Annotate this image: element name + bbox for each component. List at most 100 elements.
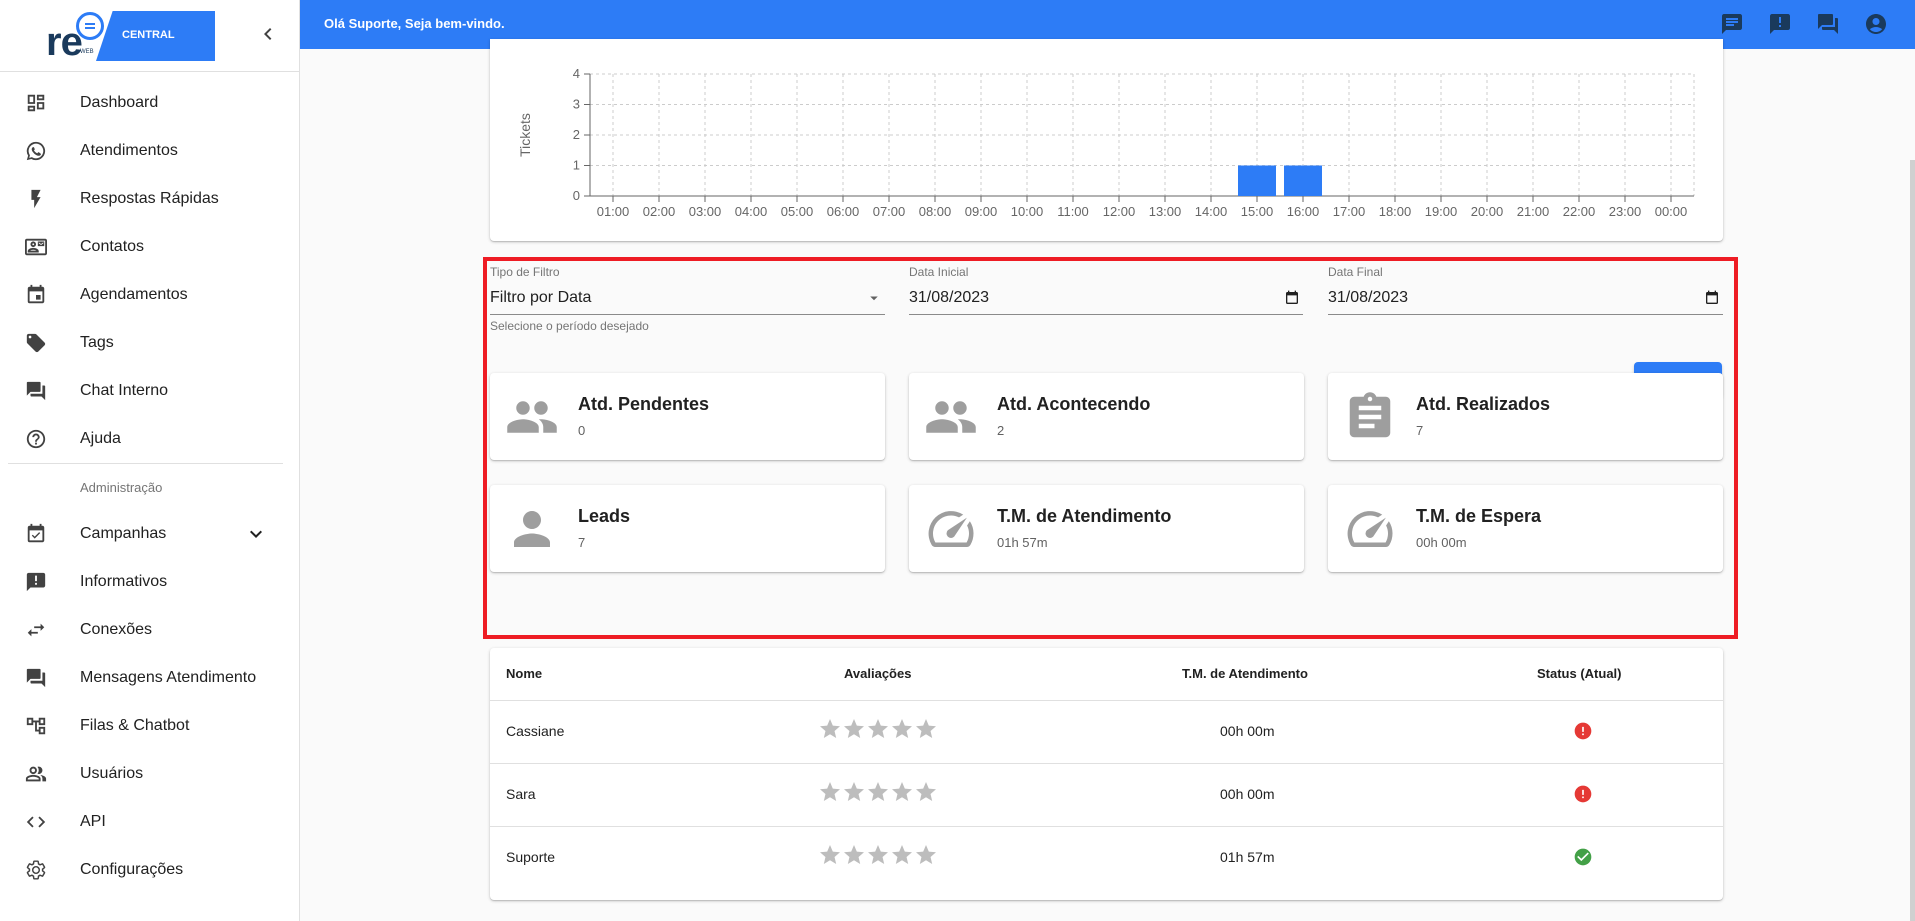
star-icon[interactable] [866,843,890,867]
sidebar-item-conex-es[interactable]: Conexões [0,606,299,654]
sidebar-icon [24,522,48,546]
filter-type-select[interactable]: Tipo de Filtro Filtro por Data [490,265,885,315]
star-icon[interactable] [890,843,914,867]
logo-badge-text: CENTRAL [122,29,175,41]
announcements-button[interactable] [1768,12,1792,36]
chevron-left-icon [264,28,272,40]
group-icon [926,401,976,433]
sidebar-item-label: Atendimentos [80,142,178,159]
rating-stars[interactable] [818,717,938,741]
table-row: Cassiane 00h 00m [490,701,1723,764]
messages-button[interactable] [1720,12,1744,36]
star-icon[interactable] [914,843,938,867]
account-button[interactable] [1864,12,1888,36]
rating-stars[interactable] [818,843,938,867]
x-tick-label: 05:00 [781,204,814,219]
sidebar-item-label: Agendamentos [80,286,188,303]
logo-pin-icon [76,12,104,40]
y-tick-label: 1 [573,158,580,173]
stat-title: Leads [578,506,631,526]
column-header-ratings[interactable]: Avaliações [844,666,911,681]
star-icon[interactable] [842,843,866,867]
column-header-name[interactable]: Nome [506,666,542,681]
status-indicator [1573,721,1593,741]
x-tick-label: 23:00 [1609,204,1642,219]
sidebar-item-respostas-r-pidas[interactable]: Respostas Rápidas [0,175,299,223]
sidebar-item-dashboard[interactable]: Dashboard [0,79,299,127]
sidebar-item-filas-chatbot[interactable]: Filas & Chatbot [0,702,299,750]
end-date-field[interactable]: Data Final 31/08/2023 [1328,265,1723,315]
star-icon[interactable] [890,717,914,741]
sidebar-item-ajuda[interactable]: Ajuda [0,415,299,463]
star-icon[interactable] [914,780,938,804]
star-icon[interactable] [914,717,938,741]
x-tick-label: 19:00 [1425,204,1458,219]
sidebar-item-informativos[interactable]: Informativos [0,558,299,606]
sidebar-item-chat-interno[interactable]: Chat Interno [0,367,299,415]
star-icon[interactable] [890,780,914,804]
scrollbar[interactable] [1910,160,1915,921]
sidebar-item-tags[interactable]: Tags [0,319,299,367]
sidebar-item-agendamentos[interactable]: Agendamentos [0,271,299,319]
help-icon [26,429,46,449]
x-tick-label: 21:00 [1517,204,1550,219]
x-tick-label: 13:00 [1149,204,1182,219]
y-tick-label: 2 [573,127,580,142]
dropdown-arrow-icon[interactable] [865,289,883,307]
sidebar-icon [24,714,48,738]
sidebar-item-api[interactable]: API [0,798,299,846]
sidebar-icon [24,331,48,355]
column-header-avg-time[interactable]: T.M. de Atendimento [1182,666,1308,681]
sidebar-item-label: Tags [80,334,114,351]
attendants-table: Nome Avaliações T.M. de Atendimento Stat… [490,648,1723,900]
sidebar-icon [24,235,48,259]
stat-card-atd-acontecendo: Atd. Acontecendo 2 [909,373,1304,460]
check-circle-icon [1574,848,1592,866]
x-tick-label: 07:00 [873,204,906,219]
event-check-icon [27,523,45,543]
x-tick-label: 04:00 [735,204,768,219]
start-date-field[interactable]: Data Inicial 31/08/2023 [909,265,1303,315]
sidebar-icon [24,187,48,211]
sidebar-item-atendimentos[interactable]: Atendimentos [0,127,299,175]
rating-stars[interactable] [818,780,938,804]
stat-card-t-m-de-atendimento: T.M. de Atendimento 01h 57m [909,485,1304,572]
sidebar-item-label: Mensagens Atendimento [80,669,257,686]
column-header-status[interactable]: Status (Atual) [1537,666,1622,681]
sidebar-item-usu-rios[interactable]: Usuários [0,750,299,798]
cell-avg-time: 01h 57m [1220,849,1275,865]
sidebar-item-configura-es[interactable]: Configurações [0,846,299,894]
y-axis-label: Tickets [517,113,533,157]
calendar-icon[interactable] [1283,289,1301,307]
x-tick-label: 03:00 [689,204,722,219]
sidebar-item-label: API [80,813,106,830]
sidebar-icon [24,139,48,163]
clipboard-icon [1349,392,1391,438]
star-icon[interactable] [866,780,890,804]
sidebar-item-contatos[interactable]: Contatos [0,223,299,271]
sidebar-item-campanhas[interactable]: Campanhas [0,510,299,558]
star-icon[interactable] [818,780,842,804]
code-icon [26,816,46,828]
collapse-sidebar-button[interactable] [256,22,280,46]
sidebar-item-label: Informativos [80,573,168,590]
table-header: Nome Avaliações T.M. de Atendimento Stat… [490,648,1723,701]
cell-name: Suporte [506,849,556,865]
star-icon[interactable] [818,843,842,867]
star-icon[interactable] [866,717,890,741]
sidebar-item-label: Contatos [80,238,145,255]
y-tick-label: 3 [573,97,580,112]
underline [1328,314,1723,315]
chevron-down-icon[interactable] [244,522,268,546]
calendar-icon[interactable] [1703,289,1721,307]
star-icon[interactable] [842,717,866,741]
table-row: Sara 00h 00m [490,764,1723,827]
star-icon[interactable] [842,780,866,804]
announcement-icon [26,572,46,592]
internal-chat-button[interactable] [1816,12,1840,36]
sidebar-icon [24,379,48,403]
star-icon[interactable] [818,717,842,741]
greeting-text: Olá Suporte, Seja bem-vindo. [324,16,505,31]
sidebar-item-label: Respostas Rápidas [80,190,219,207]
sidebar-item-mensagens-atendimento[interactable]: Mensagens Atendimento [0,654,299,702]
